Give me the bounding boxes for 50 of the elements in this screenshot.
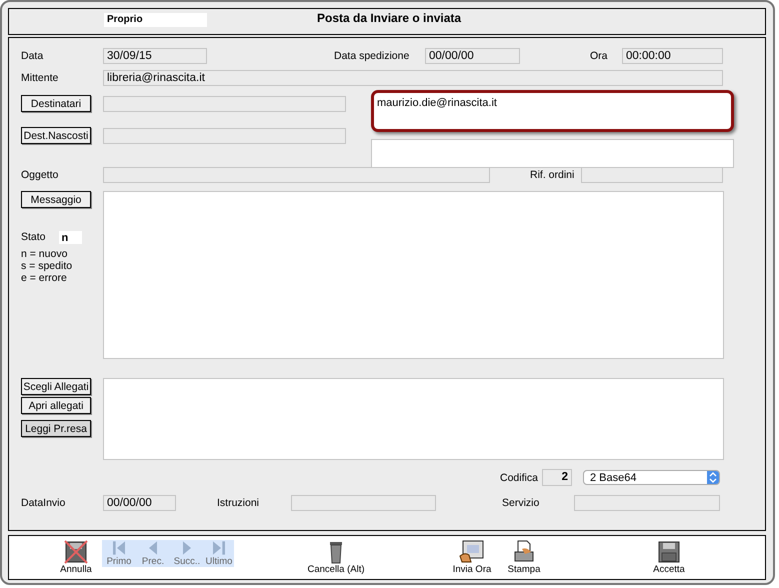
message-button[interactable]: Messaggio <box>21 191 91 208</box>
encoding-select[interactable]: 2 Base64 <box>583 470 720 485</box>
hidden-recipients-text-area[interactable] <box>371 139 734 168</box>
ship-date-field[interactable]: 00/00/00 <box>425 48 520 64</box>
sender-field[interactable]: libreria@rinascita.it <box>103 70 723 86</box>
stepper-icon <box>707 471 719 484</box>
date-label: Data <box>21 50 44 62</box>
service-label: Servizio <box>502 496 540 508</box>
trash-button[interactable]: Cancella (Alt) <box>296 540 376 575</box>
attachment-button[interactable]: Scegli Allegati <box>21 378 91 395</box>
order-ref-label: Rif. ordini <box>530 169 576 181</box>
trash-icon <box>328 540 344 564</box>
attachments-list[interactable] <box>103 378 724 460</box>
status-legend-text: e = errore <box>21 272 68 284</box>
order-ref-field[interactable] <box>581 167 723 183</box>
subject-field[interactable] <box>103 167 490 183</box>
recipients-field[interactable] <box>103 96 346 112</box>
ship-date-label: Data spedizione <box>334 50 410 62</box>
print-button[interactable]: Stampa <box>500 540 548 575</box>
status-legend-text: s = spedito <box>21 260 74 272</box>
time-field[interactable]: 00:00:00 <box>622 48 723 64</box>
cancel-button[interactable]: Annulla <box>58 540 94 575</box>
hidden-recipients-field[interactable] <box>103 128 346 144</box>
recipients-button[interactable]: Destinatari <box>21 95 91 112</box>
status-legend-text: n = nuovo <box>21 248 68 260</box>
status-field[interactable]: n <box>58 230 82 244</box>
encoding-field[interactable]: 2 <box>542 469 572 486</box>
sender-label: Mittente <box>21 72 60 84</box>
status-label: Stato <box>21 231 46 243</box>
cancel-disk-icon <box>64 540 88 564</box>
subject-label: Oggetto <box>21 169 60 181</box>
message-text-area[interactable] <box>103 191 724 359</box>
encoding-label: Codifica <box>500 472 539 484</box>
service-field[interactable] <box>574 494 720 510</box>
send-date-label: DataInvio <box>21 496 66 508</box>
recipients-text-area[interactable]: maurizio.die@rinascita.it <box>371 90 734 132</box>
attachment-button[interactable]: Apri allegati <box>21 397 91 414</box>
hand-pointing-screen-icon <box>459 540 485 564</box>
form-title: Posta da Inviare o inviata <box>317 11 462 25</box>
send-date-field[interactable]: 00/00/00 <box>103 494 176 510</box>
accept-button[interactable]: Accetta <box>644 540 694 575</box>
attachment-button[interactable]: Leggi Pr.resa <box>21 420 91 437</box>
send-button[interactable]: Invia Ora <box>447 540 497 575</box>
owner-field[interactable]: Proprio <box>104 13 207 27</box>
instructions-field[interactable] <box>291 494 436 510</box>
hidden-recipients-button[interactable]: Dest.Nascosti <box>21 127 91 144</box>
time-label: Ora <box>590 50 609 62</box>
instructions-label: Istruzioni <box>217 496 260 508</box>
printer-icon <box>513 540 535 564</box>
date-field[interactable]: 30/09/15 <box>103 48 207 64</box>
